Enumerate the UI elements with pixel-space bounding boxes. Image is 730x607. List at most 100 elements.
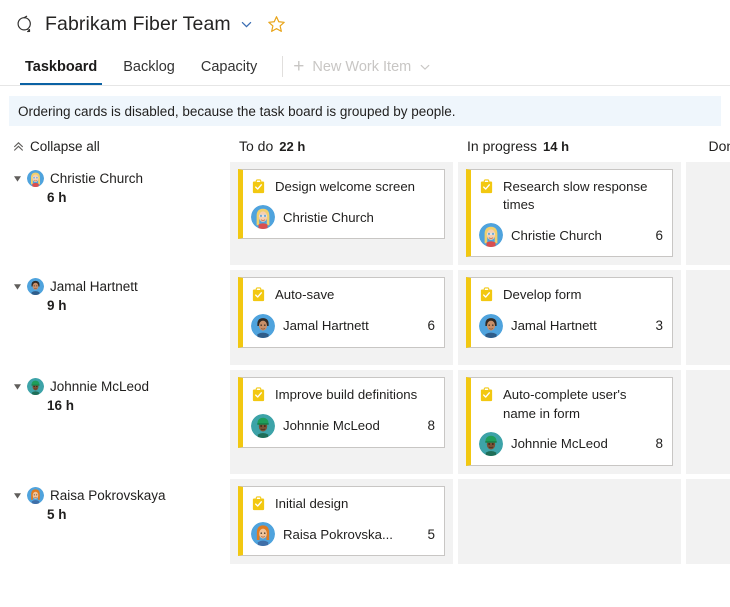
star-icon[interactable]	[267, 15, 286, 34]
column-name: To do	[239, 138, 273, 154]
avatar-christie	[479, 223, 503, 247]
cell-done[interactable]	[686, 270, 730, 365]
swimlane-cells: Initial designRaisa Pokrovska...5	[230, 479, 730, 564]
task-card-title: Initial design	[251, 495, 435, 513]
task-card[interactable]: Design welcome screen Christie Church	[238, 169, 445, 239]
chevron-down-icon[interactable]	[240, 18, 253, 31]
task-card-hours: 8	[647, 436, 663, 451]
swimlane-hours: 9 h	[47, 298, 230, 313]
tab-bar: Taskboard Backlog Capacity + New Work It…	[0, 48, 730, 86]
swimlane: Christie Church 6 h Design welcome screen C…	[13, 162, 730, 265]
tab-backlog[interactable]: Backlog	[110, 48, 188, 85]
column-hours: 22 h	[279, 139, 305, 154]
cell-in-progress[interactable]: Research slow response times Christie Chu…	[458, 162, 681, 265]
task-card[interactable]: Auto-complete user's name in form Johnnie…	[466, 377, 673, 465]
avatar-johnnie	[251, 414, 275, 438]
swimlane-header[interactable]: Raisa Pokrovskaya 5 h	[13, 479, 230, 564]
task-card-hours: 6	[647, 228, 663, 243]
cell-done[interactable]	[686, 479, 730, 564]
taskboard-grid: Christie Church 6 h Design welcome screen C…	[0, 162, 730, 564]
task-icon	[251, 387, 266, 402]
new-work-item-button[interactable]: + New Work Item	[293, 48, 431, 85]
task-card-assignee: Jamal Hartnett	[283, 318, 369, 333]
swimlane-cells: Improve build definitions Johnnie McLeod 8…	[230, 370, 730, 473]
swimlane-person-name: Christie Church	[50, 171, 143, 186]
swimlane-person-name: Raisa Pokrovskaya	[50, 488, 166, 503]
cell-done[interactable]	[686, 162, 730, 265]
cell-done[interactable]	[686, 370, 730, 473]
task-card-footer: Christie Church	[251, 205, 435, 229]
swimlane-header[interactable]: Christie Church 6 h	[13, 162, 230, 265]
task-icon	[479, 179, 494, 194]
avatar-christie	[251, 205, 275, 229]
swimlane-cells: Auto-save Jamal Hartnett 6 Develop form Jama…	[230, 270, 730, 365]
task-card-footer: Jamal Hartnett 3	[479, 314, 663, 338]
triangle-expanded-icon[interactable]	[13, 174, 27, 183]
avatar-jamal	[479, 314, 503, 338]
task-card-hours: 6	[419, 318, 435, 333]
column-header-done: Done	[686, 138, 730, 154]
chevron-down-icon[interactable]	[419, 61, 431, 73]
triangle-expanded-icon[interactable]	[13, 491, 27, 500]
column-hours: 14 h	[543, 139, 569, 154]
swimlane: Raisa Pokrovskaya 5 h Initial design Raisa …	[13, 479, 730, 564]
swimlane: Johnnie McLeod16 hImprove build definiti…	[13, 370, 730, 473]
swimlane-person: Raisa Pokrovskaya	[13, 487, 230, 504]
task-card-title: Improve build definitions	[251, 386, 435, 404]
task-card-title: Design welcome screen	[251, 178, 435, 196]
swimlane-person: Christie Church	[13, 170, 230, 187]
cell-todo[interactable]: Design welcome screen Christie Church	[230, 162, 453, 265]
task-icon	[251, 287, 266, 302]
cell-todo[interactable]: Initial designRaisa Pokrovska...5	[230, 479, 453, 564]
cell-todo[interactable]: Improve build definitions Johnnie McLeod 8	[230, 370, 453, 473]
task-card-hours: 3	[647, 318, 663, 333]
info-banner: Ordering cards is disabled, because the …	[9, 96, 721, 126]
swimlane-header[interactable]: Johnnie McLeod 16 h	[13, 370, 230, 473]
task-card-title: Auto-save	[251, 286, 435, 304]
task-card[interactable]: Improve build definitions Johnnie McLeod 8	[238, 377, 445, 447]
avatar-johnnie	[27, 378, 44, 395]
swimlane-person-name: Johnnie McLeod	[50, 379, 149, 394]
task-card[interactable]: Research slow response times Christie Chu…	[466, 169, 673, 257]
avatar-jamal	[251, 314, 275, 338]
task-card-footer: Christie Church 6	[479, 223, 663, 247]
page-title: Fabrikam Fiber Team	[45, 13, 231, 36]
column-name: Done	[709, 138, 730, 154]
triangle-expanded-icon[interactable]	[13, 382, 27, 391]
task-card-assignee: Raisa Pokrovska...	[283, 527, 393, 542]
task-card-title: Auto-complete user's name in form	[479, 386, 663, 422]
collapse-all-label: Collapse all	[30, 139, 100, 154]
task-card[interactable]: Auto-save Jamal Hartnett 6	[238, 277, 445, 347]
task-card-assignee: Christie Church	[511, 228, 602, 243]
cell-in-progress[interactable]	[458, 479, 681, 564]
swimlane-cells: Design welcome screenChristie ChurchRese…	[230, 162, 730, 265]
cell-in-progress[interactable]: Develop form Jamal Hartnett 3	[458, 270, 681, 365]
task-icon	[479, 287, 494, 302]
tab-capacity[interactable]: Capacity	[188, 48, 270, 85]
swimlane-hours: 16 h	[47, 398, 230, 413]
task-card[interactable]: Initial designRaisa Pokrovska...5	[238, 486, 445, 556]
avatar-raisa	[251, 522, 275, 546]
task-card-assignee: Johnnie McLeod	[511, 436, 608, 451]
toolbar-divider	[282, 56, 283, 77]
triangle-expanded-icon[interactable]	[13, 282, 27, 291]
task-card-assignee: Christie Church	[283, 210, 374, 225]
cell-todo[interactable]: Auto-save Jamal Hartnett 6	[230, 270, 453, 365]
tab-taskboard[interactable]: Taskboard	[12, 48, 110, 85]
column-header-todo: To do 22 h	[230, 138, 458, 154]
collapse-all-button[interactable]: Collapse all	[13, 139, 230, 154]
swimlane-header[interactable]: Jamal Hartnett 9 h	[13, 270, 230, 365]
swimlane-person: Jamal Hartnett	[13, 278, 230, 295]
task-card-assignee: Jamal Hartnett	[511, 318, 597, 333]
swimlane-person: Johnnie McLeod	[13, 378, 230, 395]
task-card-hours: 8	[419, 418, 435, 433]
task-card-title: Develop form	[479, 286, 663, 304]
task-card-assignee: Johnnie McLeod	[283, 418, 380, 433]
task-card-title: Research slow response times	[479, 178, 663, 214]
swimlane: Jamal Hartnett 9 h Auto-save Jamal Hartnett…	[13, 270, 730, 365]
swimlane-hours: 6 h	[47, 190, 230, 205]
swimlane-hours: 5 h	[47, 507, 230, 522]
cell-in-progress[interactable]: Auto-complete user's name in form Johnnie…	[458, 370, 681, 473]
task-card[interactable]: Develop form Jamal Hartnett 3	[466, 277, 673, 347]
task-icon	[479, 387, 494, 402]
